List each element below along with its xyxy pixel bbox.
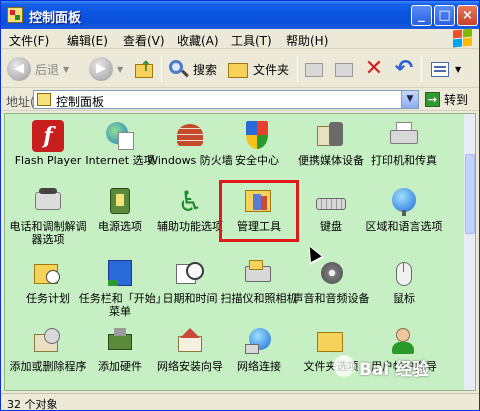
media-device-icon — [315, 120, 347, 152]
window-title: 控制面板 — [29, 11, 82, 26]
menu-view[interactable]: 查看(V) — [123, 32, 165, 49]
undo-icon: ↶ — [394, 56, 414, 81]
delete-button[interactable]: ✕ — [363, 54, 385, 84]
maximize-button[interactable]: □ — [434, 5, 455, 26]
forward-button[interactable]: ▶ ▼ — [89, 54, 123, 84]
back-dropdown-icon: ▼ — [63, 64, 70, 74]
toolbar-separator — [161, 56, 162, 82]
toolbar-separator — [421, 56, 422, 82]
views-icon — [429, 58, 451, 80]
up-button[interactable]: ↑ — [133, 54, 155, 84]
search-button[interactable]: 搜索 — [167, 54, 217, 84]
clock-icon — [174, 258, 206, 290]
back-arrow-icon: ◀ — [7, 57, 31, 81]
windows-logo-icon — [451, 28, 473, 48]
toolbar: ◀ 后退 ▼ ▶ ▼ ↑ 搜索 文件夹 ✕ ↶ ▼ — [1, 50, 479, 88]
scrollbar-thumb[interactable] — [465, 154, 475, 234]
menu-tools[interactable]: 工具(T) — [231, 32, 272, 49]
folders-button[interactable]: 文件夹 — [227, 54, 289, 84]
menu-favorites[interactable]: 收藏(A) — [177, 32, 219, 49]
taskbar-icon — [104, 258, 136, 290]
internet-options-icon — [104, 120, 136, 152]
menu-edit[interactable]: 编辑(E) — [67, 32, 108, 49]
network-connections-icon — [243, 326, 275, 358]
add-hardware-icon — [104, 326, 136, 358]
address-input[interactable]: 控制面板 ▼ — [33, 90, 419, 109]
control-panel-window: 控制面板 _ □ × 文件(F) 编辑(E) 查看(V) 收藏(A) 工具(T)… — [0, 0, 480, 411]
views-dropdown-icon: ▼ — [455, 64, 462, 74]
mouse-icon — [388, 258, 420, 290]
go-arrow-icon: → — [425, 92, 440, 107]
phone-modem-icon — [32, 186, 64, 218]
item-printers-faxes[interactable]: 打印机和传真 — [361, 120, 447, 182]
menu-file[interactable]: 文件(F) — [9, 32, 49, 49]
add-remove-icon — [32, 326, 64, 358]
forward-arrow-icon: ▶ — [89, 57, 113, 81]
minimize-button[interactable]: _ — [411, 5, 432, 26]
scanner-icon — [243, 258, 275, 290]
copy-to-button[interactable] — [333, 54, 355, 84]
flash-icon: f — [32, 120, 64, 152]
control-panel-icon — [37, 93, 51, 106]
network-setup-icon — [174, 326, 206, 358]
watermark: Bai 经验 — [331, 351, 473, 387]
views-button[interactable]: ▼ — [429, 54, 461, 84]
title-bar[interactable]: 控制面板 _ □ × — [1, 1, 479, 29]
globe-icon — [388, 186, 420, 218]
move-to-button[interactable] — [303, 54, 325, 84]
item-region-language[interactable]: 区域和语言选项 — [361, 186, 447, 248]
undo-button[interactable]: ↶ — [393, 54, 415, 84]
back-button[interactable]: ◀ 后退 ▼ — [7, 54, 69, 84]
control-panel-items: f Flash Player Internet 选项 Windows 防火墙 安… — [4, 113, 476, 391]
address-bar: 地址(D) 控制面板 ▼ → 转到 — [1, 89, 479, 111]
address-dropdown-icon[interactable]: ▼ — [401, 91, 418, 108]
control-panel-icon — [7, 7, 23, 23]
vertical-scrollbar[interactable] — [464, 114, 475, 390]
folder-up-icon: ↑ — [133, 58, 155, 80]
printer-icon — [388, 120, 420, 152]
firewall-icon — [174, 120, 206, 152]
keyboard-icon — [315, 186, 347, 218]
close-button[interactable]: × — [457, 5, 478, 26]
menu-help[interactable]: 帮助(H) — [286, 32, 328, 49]
menu-bar: 文件(F) 编辑(E) 查看(V) 收藏(A) 工具(T) 帮助(H) — [1, 28, 479, 49]
address-value: 控制面板 — [56, 95, 105, 109]
item-mouse[interactable]: 鼠标 — [361, 258, 447, 320]
status-bar: 32 个对象 — [1, 393, 479, 411]
search-icon — [167, 58, 189, 80]
go-button[interactable]: → 转到 — [425, 91, 468, 108]
speaker-icon — [315, 258, 347, 290]
power-icon — [104, 186, 136, 218]
toolbar-separator — [297, 56, 298, 82]
security-shield-icon — [241, 120, 273, 152]
forward-dropdown-icon: ▼ — [117, 64, 124, 74]
copy-to-icon — [333, 58, 355, 80]
delete-x-icon: ✕ — [364, 56, 384, 81]
folder-icon — [227, 58, 249, 80]
scheduled-tasks-icon — [32, 258, 64, 290]
accessibility-icon: ♿ — [177, 185, 203, 218]
paw-icon — [333, 355, 355, 377]
status-text: 32 个对象 — [7, 398, 58, 411]
highlight-box — [219, 180, 299, 242]
move-to-icon — [303, 58, 325, 80]
